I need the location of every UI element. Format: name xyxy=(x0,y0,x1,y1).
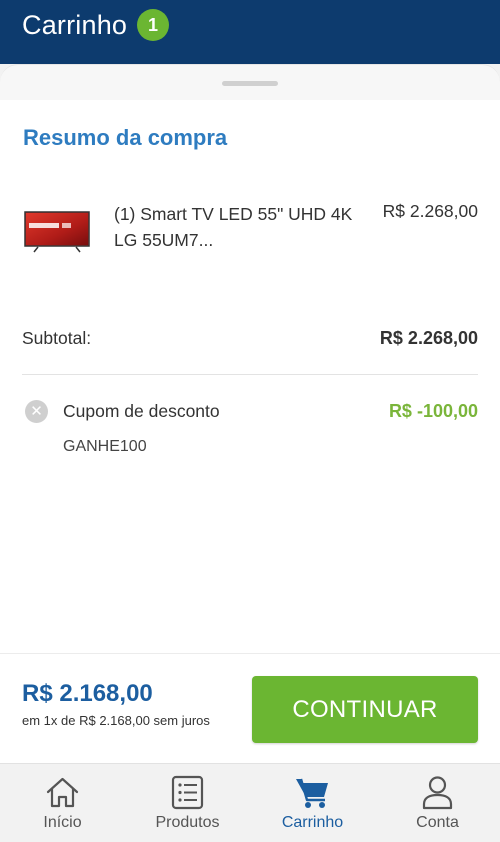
section-title: Resumo da compra xyxy=(23,125,228,150)
lg-uhd-tv-thumbnail[interactable] xyxy=(24,211,90,254)
sheet-grab-handle[interactable] xyxy=(222,81,278,86)
product-name[interactable]: (1) Smart TV LED 55" UHD 4K LG 55UM7... xyxy=(114,201,354,253)
bottom-tab-bar: Início Produtos Carrinho Conta xyxy=(0,763,500,842)
cart-icon xyxy=(296,778,328,808)
tab-label: Conta xyxy=(416,814,459,831)
tab-inicio[interactable]: Início xyxy=(0,764,125,842)
divider xyxy=(22,374,478,375)
bottom-sheet-top xyxy=(0,64,500,104)
tab-label: Início xyxy=(43,814,82,831)
subtotal-label: Subtotal: xyxy=(22,328,92,348)
continue-button[interactable]: CONTINUAR xyxy=(252,676,478,743)
close-icon: ✕ xyxy=(30,403,43,420)
page-title: Carrinho xyxy=(22,10,128,40)
purchase-summary: Resumo da compra (1) Smart TV LED 55" UH… xyxy=(0,100,500,653)
tab-carrinho[interactable]: Carrinho xyxy=(250,764,375,842)
remove-coupon-button[interactable]: ✕ xyxy=(25,400,48,423)
cart-count-badge: 1 xyxy=(137,9,169,41)
tab-produtos[interactable]: Produtos xyxy=(125,764,250,842)
list-icon xyxy=(171,775,204,810)
subtotal-value: R$ 2.268,00 xyxy=(379,328,478,348)
sheet-backdrop xyxy=(0,64,500,104)
coupon-code: GANHE100 xyxy=(63,438,147,455)
home-icon xyxy=(46,777,79,808)
product-price: R$ 2.268,00 xyxy=(382,201,478,221)
tab-label: Produtos xyxy=(155,814,220,831)
app-header: Carrinho 1 xyxy=(0,0,500,64)
tab-conta[interactable]: Conta xyxy=(375,764,500,842)
user-icon xyxy=(422,776,453,810)
order-total: R$ 2.168,00 xyxy=(22,680,153,707)
tab-label: Carrinho xyxy=(281,814,344,831)
checkout-bar: R$ 2.168,00 em 1x de R$ 2.168,00 sem jur… xyxy=(0,653,500,763)
coupon-label: Cupom de desconto xyxy=(63,401,220,421)
coupon-discount-value: R$ -100,00 xyxy=(388,401,478,421)
installments-info: em 1x de R$ 2.168,00 sem juros xyxy=(22,713,210,728)
